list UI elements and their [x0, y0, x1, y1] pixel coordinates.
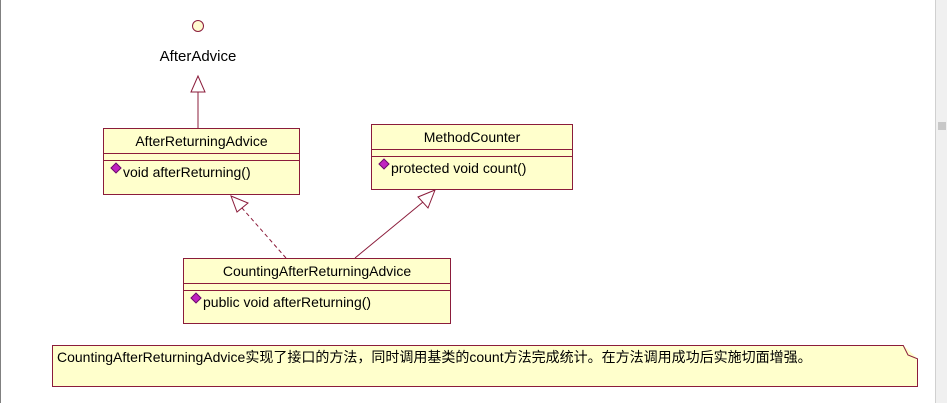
operations-compartment: void afterReturning(): [104, 161, 299, 180]
note-text: CountingAfterReturningAdvice实现了接口的方法，同时调…: [57, 349, 812, 365]
generalization-arrowhead-method-counter: [417, 189, 436, 209]
operation-signature: void afterReturning(): [123, 164, 251, 180]
attributes-compartment: [372, 150, 572, 157]
uml-diagram-canvas[interactable]: AfterAdvice AfterReturningAdvice void af…: [0, 0, 947, 403]
generalization-line-counting-to-method-counter: [354, 201, 424, 259]
operation-icon: [378, 158, 390, 170]
operation-signature: protected void count(): [391, 160, 527, 176]
interface-lollipop-icon[interactable]: [192, 20, 204, 32]
class-name: CountingAfterReturningAdvice: [184, 259, 450, 284]
interface-name[interactable]: AfterAdvice: [148, 48, 248, 65]
attributes-compartment: [184, 284, 450, 291]
operations-compartment: public void afterReturning(): [184, 291, 450, 310]
note-folded-corner-icon: [903, 345, 918, 359]
operations-compartment: protected void count(): [372, 157, 572, 176]
generalization-arrowhead-after-advice: [190, 74, 206, 93]
class-counting-after-returning-advice[interactable]: CountingAfterReturningAdvice public void…: [183, 258, 451, 324]
operation-signature: public void afterReturning(): [203, 294, 372, 310]
class-method-counter[interactable]: MethodCounter protected void count(): [371, 124, 573, 190]
relationship-lines: [190, 74, 436, 259]
realization-arrowhead-after-returning: [230, 195, 249, 213]
class-name: MethodCounter: [372, 125, 572, 150]
attributes-compartment: [104, 154, 299, 161]
realization-line-counting-to-after-returning: [241, 207, 287, 259]
operation-icon: [110, 162, 122, 174]
operation-icon: [190, 292, 202, 304]
note-box[interactable]: CountingAfterReturningAdvice实现了接口的方法，同时调…: [52, 345, 918, 387]
class-name: AfterReturningAdvice: [104, 129, 299, 154]
class-after-returning-advice[interactable]: AfterReturningAdvice void afterReturning…: [103, 128, 300, 195]
